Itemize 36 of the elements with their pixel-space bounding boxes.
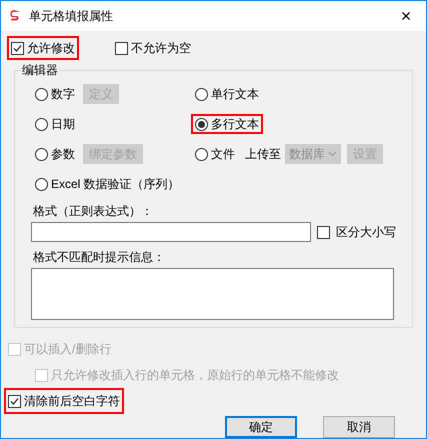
radio-label: Excel 数据验证（序列） [51,177,180,191]
checkbox-label: 不允许为空 [131,41,191,55]
format-label: 格式（正则表达式）： [33,204,154,218]
radio-label: 单行文本 [211,87,259,101]
radio-label: 文件 [211,147,235,161]
radio-button[interactable] [195,118,208,130]
upload-label: 上传至 [245,147,281,161]
close-button[interactable]: × [394,7,418,25]
message-textarea[interactable] [31,268,394,320]
checkbox-label: 区分大小写 [336,225,396,239]
dialog-button[interactable]: 取消 [323,416,395,438]
checkbox[interactable] [11,42,24,54]
radio-label: 参数 [51,147,75,161]
checkbox-label: 清除前后空白字符 [24,394,120,408]
message-label: 格式不匹配时提示信息： [33,250,166,264]
checkbox[interactable] [115,42,128,54]
window-title: 单元格填报属性 [29,9,113,23]
checkbox[interactable] [317,226,330,238]
checkbox-label: 只允许修改插入行的单元格，原始行的单元格不能修改 [51,368,339,382]
checkbox[interactable] [8,394,21,408]
radio-label: 日期 [51,117,75,131]
radio-label: 多行文本 [211,117,259,131]
radio-button[interactable] [35,178,48,190]
checkbox-label: 可以插入/删除行 [24,342,112,356]
chevron-icon [328,151,337,157]
radio-button[interactable] [195,148,208,160]
radio-button[interactable] [35,118,48,130]
group-legend: 编辑器 [21,62,59,78]
format-input[interactable] [31,222,311,242]
radio-button[interactable] [35,148,48,160]
radio-label: 数字 [51,87,75,101]
radio-button[interactable] [195,88,208,100]
dialog-button[interactable]: 确定 [225,416,297,438]
checkbox-label: 允许修改 [27,41,75,55]
app-logo-icon [9,10,23,22]
radio-button[interactable] [35,88,48,100]
